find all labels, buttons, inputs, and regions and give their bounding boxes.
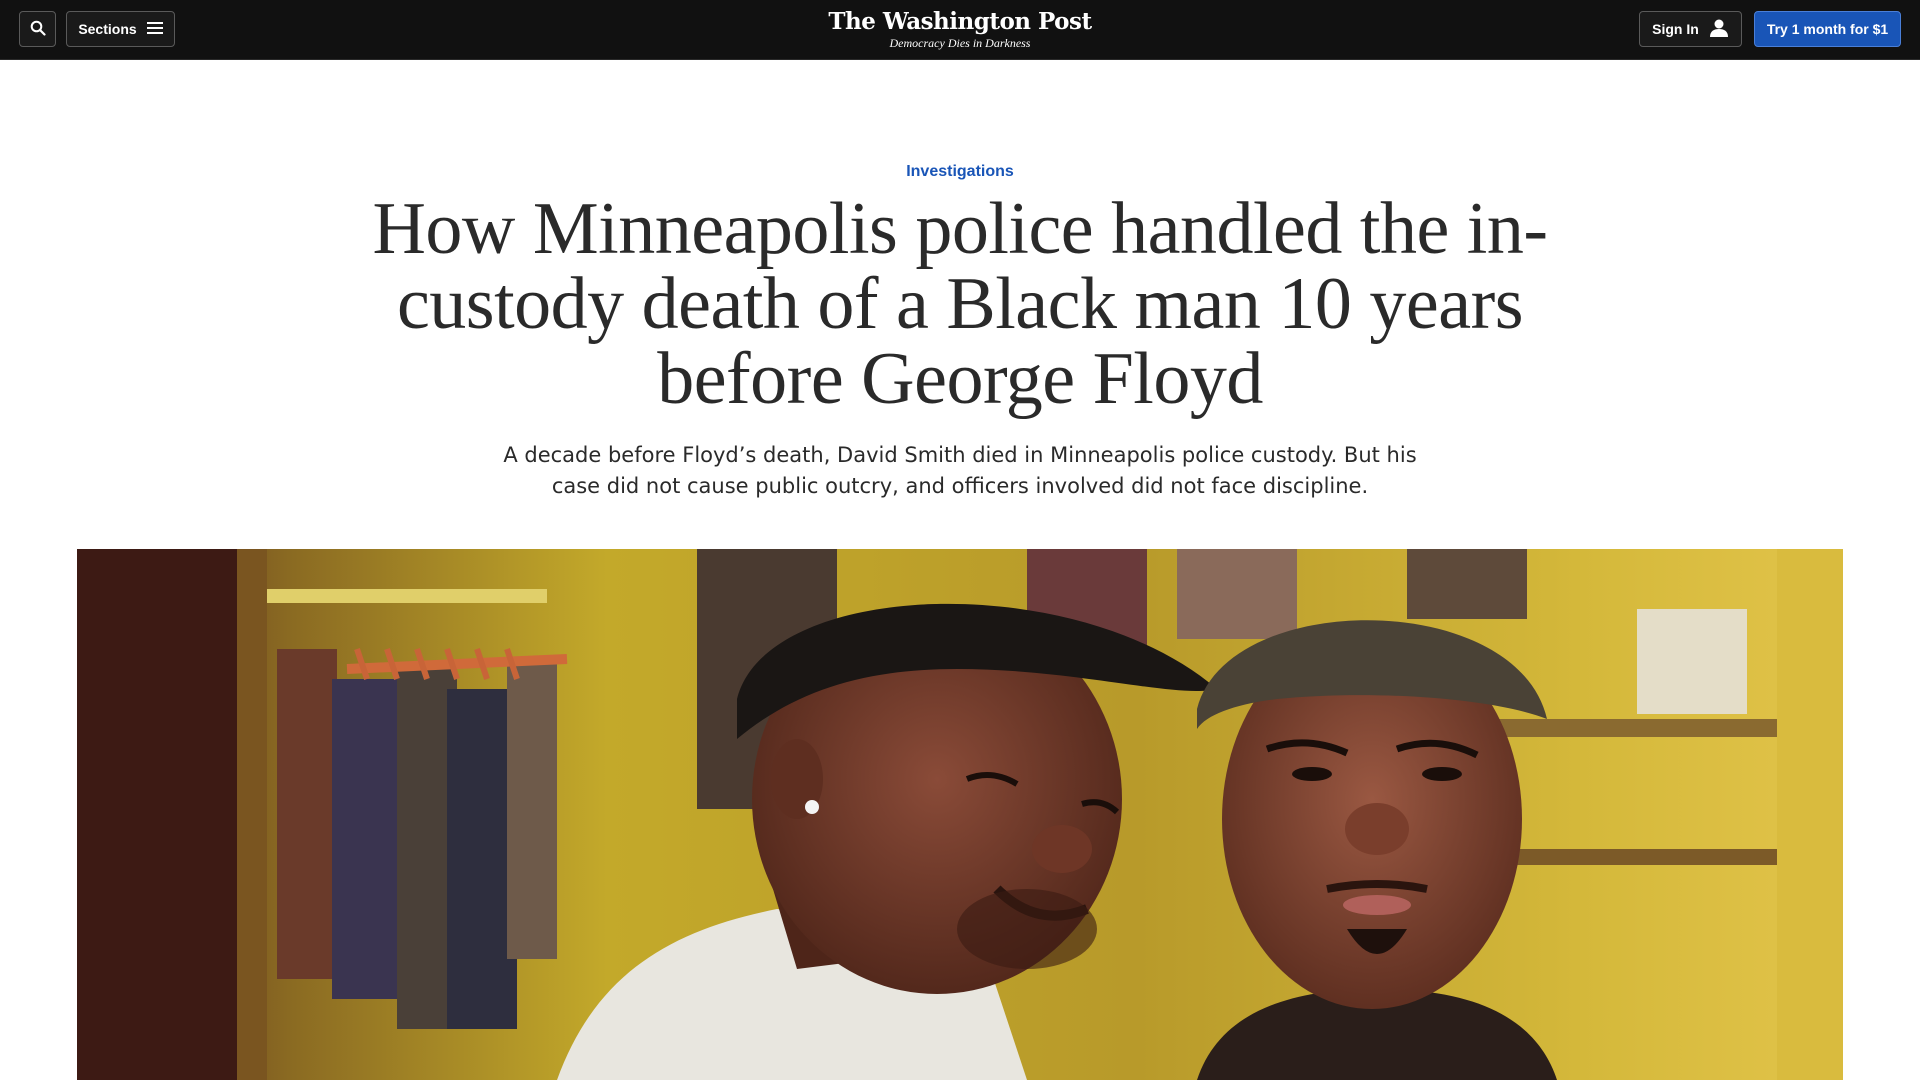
sign-in-label: Sign In	[1652, 21, 1699, 37]
article-headline: How Minneapolis police handled the in-cu…	[372, 188, 1548, 420]
sign-in-button[interactable]: Sign In	[1639, 11, 1742, 47]
masthead-logo: The Washington Post	[828, 8, 1092, 35]
sections-label: Sections	[78, 21, 137, 37]
search-icon	[30, 20, 46, 39]
top-navigation-bar: Sections The Washington Post Democracy D…	[0, 0, 1920, 60]
masthead-logo-link[interactable]: The Washington Post Democracy Dies in Da…	[760, 8, 1160, 50]
masthead-tagline: Democracy Dies in Darkness	[889, 36, 1031, 50]
section-kicker-link[interactable]: Investigations	[0, 163, 1920, 181]
subscribe-button[interactable]: Try 1 month for $1	[1754, 11, 1901, 47]
menu-icon	[146, 21, 163, 38]
search-button[interactable]	[19, 11, 56, 47]
sections-button[interactable]: Sections	[66, 11, 175, 47]
lead-photo-illustration	[77, 549, 1843, 1080]
lead-photo[interactable]	[77, 549, 1843, 1080]
article-subheadline: A decade before Floyd’s death, David Smi…	[503, 443, 1417, 498]
user-icon	[1709, 19, 1729, 40]
